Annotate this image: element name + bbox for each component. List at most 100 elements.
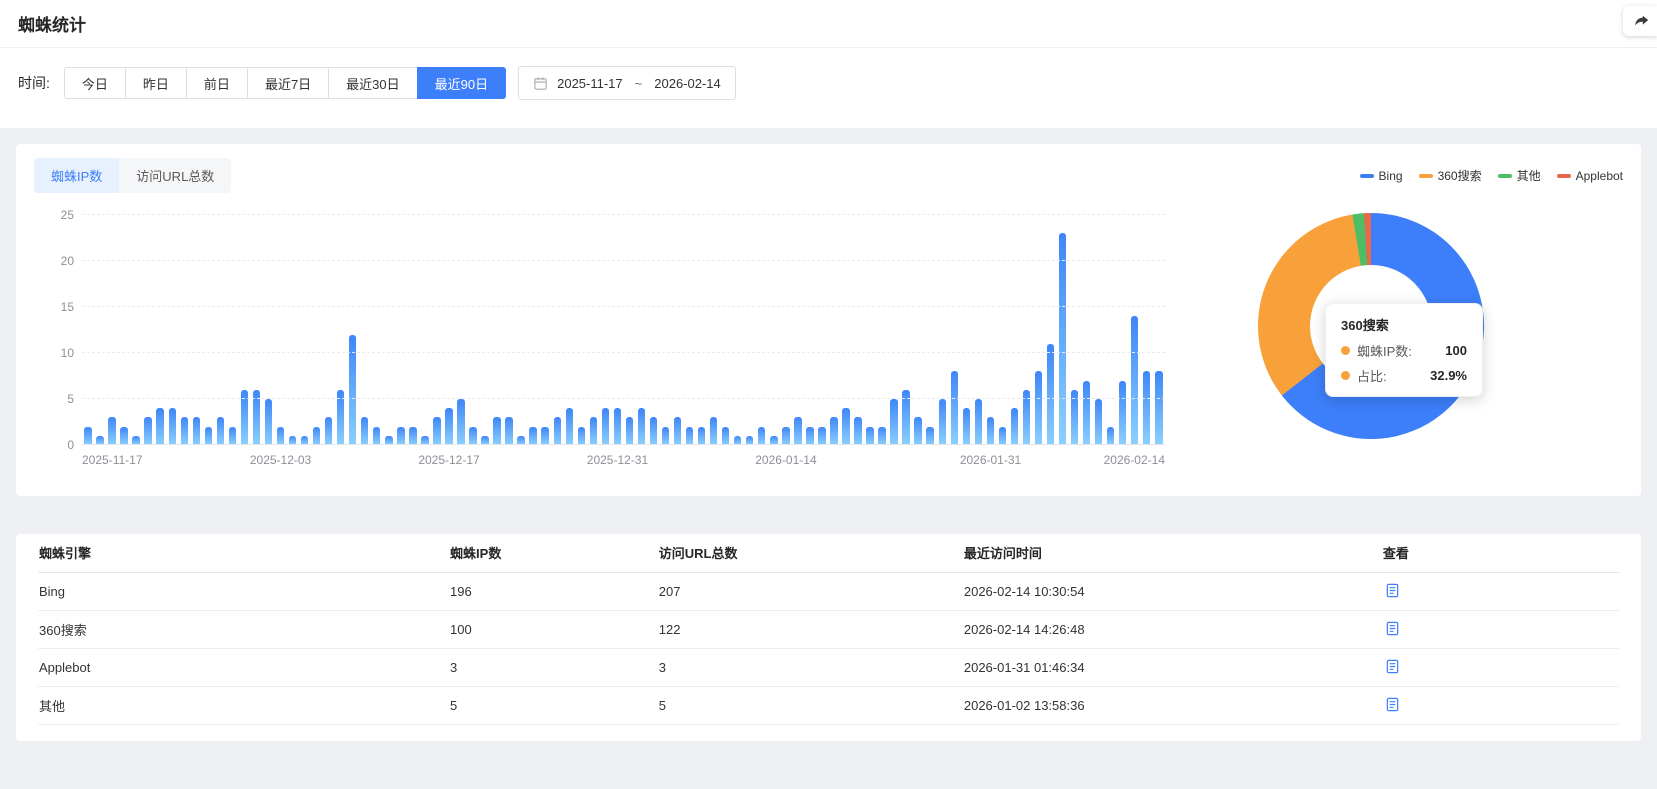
bar bbox=[794, 417, 801, 445]
legend-marker bbox=[1419, 174, 1433, 178]
chart-tooltip: 360搜索 蜘蛛IP数:100占比:32.9% bbox=[1325, 303, 1483, 397]
bar bbox=[963, 408, 970, 445]
time-filter-button-5[interactable]: 最近90日 bbox=[417, 67, 506, 99]
bar bbox=[277, 427, 284, 445]
tooltip-marker-dot bbox=[1341, 346, 1350, 355]
bar bbox=[120, 427, 127, 445]
time-filter-button-4[interactable]: 最近30日 bbox=[328, 67, 417, 99]
tooltip-value: 32.9% bbox=[1408, 368, 1467, 383]
bar bbox=[578, 427, 585, 445]
bar bbox=[818, 427, 825, 445]
bar bbox=[1155, 371, 1162, 445]
date-range-picker[interactable]: 2025-11-17 ~ 2026-02-14 bbox=[518, 66, 736, 100]
date-range-start: 2025-11-17 bbox=[557, 76, 623, 91]
bar bbox=[854, 417, 861, 445]
x-axis-label: 2025-12-17 bbox=[418, 453, 479, 467]
bar bbox=[433, 417, 440, 445]
y-axis-label: 10 bbox=[34, 346, 74, 360]
date-range-end: 2026-02-14 bbox=[654, 76, 721, 91]
view-report-button[interactable] bbox=[1383, 619, 1402, 638]
table-row: 其他552026-01-02 13:58:36 bbox=[38, 686, 1619, 724]
tooltip-label: 占比: bbox=[1357, 366, 1387, 385]
x-axis-label: 2025-11-17 bbox=[82, 453, 143, 467]
chart-tab-0[interactable]: 蜘蛛IP数 bbox=[34, 158, 119, 193]
time-filter-button-1[interactable]: 昨日 bbox=[125, 67, 187, 99]
legend-marker bbox=[1557, 174, 1571, 178]
cell-engine: 其他 bbox=[38, 686, 449, 724]
bar bbox=[397, 427, 404, 445]
bar bbox=[1131, 316, 1138, 445]
cell-url_count: 5 bbox=[658, 686, 963, 724]
spider-table: 蜘蛛引擎蜘蛛IP数访问URL总数最近访问时间查看 Bing1962072026-… bbox=[38, 534, 1619, 725]
cell-last_visit: 2026-02-14 14:26:48 bbox=[963, 610, 1382, 648]
time-filter-button-0[interactable]: 今日 bbox=[64, 67, 126, 99]
titlebar: 蜘蛛统计 bbox=[0, 0, 1657, 48]
chart-legend: Bing 360搜索其他 Applebot bbox=[1360, 167, 1623, 184]
bar bbox=[914, 417, 921, 445]
legend-marker bbox=[1498, 174, 1512, 178]
time-filter-button-2[interactable]: 前日 bbox=[186, 67, 248, 99]
tooltip-value: 100 bbox=[1423, 343, 1467, 358]
bar bbox=[710, 417, 717, 445]
share-button[interactable] bbox=[1623, 6, 1657, 36]
legend-label: Applebot bbox=[1576, 169, 1623, 183]
share-arrow-icon bbox=[1632, 12, 1650, 30]
bar bbox=[638, 408, 645, 445]
x-axis-label: 2025-12-31 bbox=[587, 453, 648, 467]
bar bbox=[493, 417, 500, 445]
bar bbox=[554, 417, 561, 445]
legend-item-2[interactable]: 其他 bbox=[1498, 167, 1541, 184]
bar bbox=[999, 427, 1006, 445]
bar bbox=[541, 427, 548, 445]
legend-item-0[interactable]: Bing bbox=[1360, 169, 1403, 183]
bar bbox=[975, 399, 982, 445]
cell-engine: 360搜索 bbox=[38, 610, 449, 648]
view-report-button[interactable] bbox=[1383, 657, 1402, 676]
cell-view bbox=[1382, 648, 1619, 686]
cell-ip_count: 100 bbox=[449, 610, 658, 648]
time-filter-button-3[interactable]: 最近7日 bbox=[247, 67, 329, 99]
bar bbox=[181, 417, 188, 445]
x-axis-label: 2026-01-14 bbox=[755, 453, 816, 467]
time-filter-label: 时间: bbox=[18, 73, 50, 93]
filter-bar: 时间: 今日昨日前日最近7日最近30日最近90日 2025-11-17 ~ 20… bbox=[0, 48, 1657, 128]
bar bbox=[1011, 408, 1018, 445]
y-axis-label: 20 bbox=[34, 254, 74, 268]
bar bbox=[229, 427, 236, 445]
bar bbox=[169, 408, 176, 445]
bar bbox=[193, 417, 200, 445]
bar bbox=[217, 417, 224, 445]
view-report-icon bbox=[1385, 621, 1400, 636]
y-axis-label: 5 bbox=[34, 392, 74, 406]
date-range-separator: ~ bbox=[632, 76, 646, 91]
bar bbox=[939, 399, 946, 445]
view-report-icon bbox=[1385, 583, 1400, 598]
calendar-icon bbox=[533, 76, 548, 91]
bar bbox=[674, 417, 681, 445]
table-header-3: 最近访问时间 bbox=[963, 534, 1382, 572]
y-axis-label: 0 bbox=[34, 438, 74, 452]
bar-chart: 05101520252025-11-172025-12-032025-12-17… bbox=[34, 205, 1169, 477]
view-report-button[interactable] bbox=[1383, 581, 1402, 600]
table-row: 360搜索1001222026-02-14 14:26:48 bbox=[38, 610, 1619, 648]
legend-marker bbox=[1360, 174, 1374, 178]
chart-header: 蜘蛛IP数访问URL总数 Bing 360搜索其他 Applebot bbox=[34, 158, 1623, 193]
view-report-button[interactable] bbox=[1383, 695, 1402, 714]
bar bbox=[505, 417, 512, 445]
bar bbox=[987, 417, 994, 445]
bar bbox=[926, 427, 933, 445]
bar bbox=[409, 427, 416, 445]
bar bbox=[951, 371, 958, 445]
cell-ip_count: 3 bbox=[449, 648, 658, 686]
legend-item-1[interactable]: 360搜索 bbox=[1419, 167, 1482, 184]
legend-item-3[interactable]: Applebot bbox=[1557, 169, 1623, 183]
bar bbox=[313, 427, 320, 445]
bar bbox=[529, 427, 536, 445]
chart-tab-1[interactable]: 访问URL总数 bbox=[119, 158, 231, 193]
bar bbox=[457, 399, 464, 445]
chart-tabs: 蜘蛛IP数访问URL总数 bbox=[34, 158, 231, 193]
bar bbox=[144, 417, 151, 445]
table-header-1: 蜘蛛IP数 bbox=[449, 534, 658, 572]
bar bbox=[108, 417, 115, 445]
page-title: 蜘蛛统计 bbox=[18, 11, 86, 36]
